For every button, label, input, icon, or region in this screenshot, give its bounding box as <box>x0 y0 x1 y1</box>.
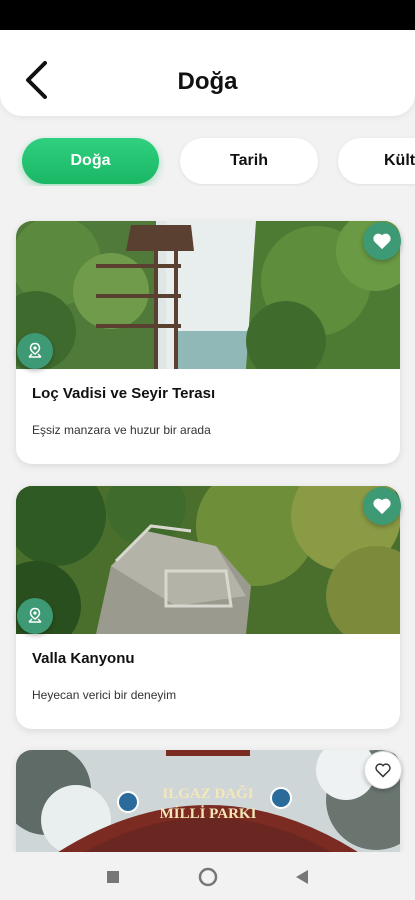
heart-icon <box>373 233 391 250</box>
place-title: Valla Kanyonu <box>32 650 135 667</box>
back-nav-button[interactable] <box>287 862 317 892</box>
home-button[interactable] <box>193 862 223 892</box>
location-badge <box>17 333 53 369</box>
category-chips: Doğa Tarih Kült <box>0 136 415 186</box>
place-image <box>16 486 400 634</box>
home-icon <box>198 867 218 887</box>
app-header: Doğa <box>0 30 415 116</box>
place-image <box>16 221 400 369</box>
chip-doga[interactable]: Doğa <box>22 138 159 184</box>
favorite-button[interactable] <box>363 487 401 525</box>
map-pin-icon <box>28 342 42 358</box>
heart-icon <box>373 498 391 515</box>
back-icon <box>296 870 308 884</box>
recent-apps-button[interactable] <box>98 862 128 892</box>
favorite-button[interactable] <box>364 751 402 789</box>
chip-kultur[interactable]: Kült <box>338 138 415 184</box>
sign-text-line-2: MİLLİ PARKI <box>160 805 257 822</box>
place-card[interactable]: ILGAZ DAĞI MİLLİ PARKI <box>16 750 402 860</box>
recent-apps-icon <box>107 871 119 883</box>
sign-text-line-1: ILGAZ DAĞI <box>162 785 253 802</box>
place-title: Loç Vadisi ve Seyir Terası <box>32 385 216 402</box>
chip-tarih[interactable]: Tarih <box>180 138 318 184</box>
heart-outline-icon <box>375 763 391 778</box>
place-description: Eşsiz manzara ve huzur bir arada <box>32 423 211 437</box>
place-image: ILGAZ DAĞI MİLLİ PARKI <box>16 750 400 860</box>
page-title: Doğa <box>177 68 238 95</box>
map-pin-icon <box>28 607 42 623</box>
location-badge <box>17 598 53 634</box>
place-description: Heyecan verici bir deneyim <box>32 688 177 702</box>
place-card[interactable]: Valla Kanyonu Heyecan verici bir deneyim <box>16 486 401 729</box>
system-nav-bar <box>0 852 415 900</box>
favorite-button[interactable] <box>363 222 401 260</box>
status-bar <box>0 0 415 30</box>
place-card[interactable]: Loç Vadisi ve Seyir Terası Eşsiz manzara… <box>16 221 401 464</box>
